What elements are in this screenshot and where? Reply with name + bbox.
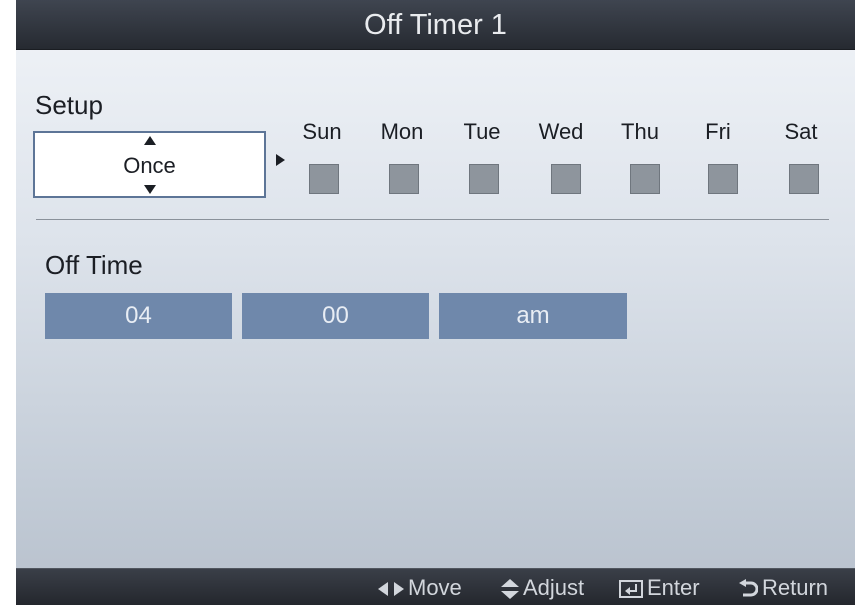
off-time-label: Off Time xyxy=(45,250,143,280)
hint-move: Move xyxy=(378,569,462,605)
arrow-down-icon[interactable] xyxy=(144,185,156,194)
hint-enter-label: Enter xyxy=(647,575,700,600)
hint-move-label: Move xyxy=(408,575,462,600)
day-label-fri: Fri xyxy=(705,119,731,144)
day-label-sat: Sat xyxy=(784,119,818,144)
hint-return: Return xyxy=(738,569,828,605)
arrow-right-icon xyxy=(276,154,285,166)
setup-selector[interactable]: Once xyxy=(33,131,266,198)
ampm-field[interactable]: am xyxy=(439,293,627,339)
footer-hint-bar: Move Adjust Enter Return xyxy=(16,568,855,605)
day-label-thu: Thu xyxy=(621,119,659,144)
hour-field[interactable]: 04 xyxy=(45,293,232,339)
hint-enter: Enter xyxy=(619,569,700,605)
day-checkbox-mon[interactable] xyxy=(389,164,419,194)
enter-icon xyxy=(619,580,643,599)
day-checkbox-fri[interactable] xyxy=(708,164,738,194)
hint-return-label: Return xyxy=(762,575,829,600)
minute-field[interactable]: 00 xyxy=(242,293,429,339)
arrow-up-icon[interactable] xyxy=(144,136,156,145)
title-bar: Off Timer 1 xyxy=(16,0,855,50)
setup-value: Once xyxy=(123,153,176,178)
return-icon xyxy=(738,579,758,599)
day-label-mon: Mon xyxy=(380,119,424,144)
page-title: Off Timer 1 xyxy=(364,9,507,41)
day-checkbox-sun[interactable] xyxy=(309,164,339,194)
day-checkbox-wed[interactable] xyxy=(551,164,581,194)
screen: Off Timer 1 Setup Once Sun Mon Tue Wed T… xyxy=(0,0,865,605)
day-label-sun: Sun xyxy=(302,119,342,144)
day-checkbox-tue[interactable] xyxy=(469,164,499,194)
left-right-arrows-icon xyxy=(378,581,404,597)
day-label-tue: Tue xyxy=(463,119,501,144)
hint-adjust-label: Adjust xyxy=(523,575,585,600)
day-label-wed: Wed xyxy=(538,119,584,144)
setup-label: Setup xyxy=(35,90,103,120)
hint-adjust: Adjust xyxy=(501,569,584,605)
off-timer-panel: Off Timer 1 Setup Once Sun Mon Tue Wed T… xyxy=(16,0,855,605)
day-checkbox-thu[interactable] xyxy=(630,164,660,194)
divider xyxy=(36,219,829,220)
up-down-arrows-icon xyxy=(501,579,519,600)
day-checkbox-sat[interactable] xyxy=(789,164,819,194)
